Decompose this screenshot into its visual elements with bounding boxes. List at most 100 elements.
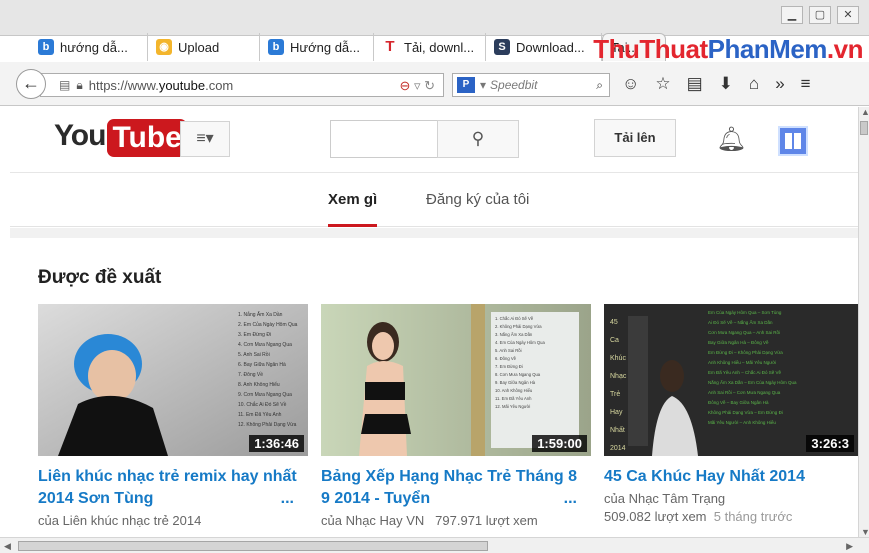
svg-text:8. Anh Không Hiểu: 8. Anh Không Hiểu	[238, 381, 280, 388]
video-thumbnail[interactable]: 45 Ca Khúc Nhạc Trẻ Hay Nhất 2014 Em Của…	[604, 304, 858, 456]
svg-text:7. Em Đừng Đi: 7. Em Đừng Đi	[495, 364, 523, 369]
tab-2[interactable]: ◉ Upload	[148, 33, 260, 61]
svg-text:6. Bay Giữa Ngân Hà: 6. Bay Giữa Ngân Hà	[238, 362, 286, 368]
tab-label: Hướng dẫ...	[290, 39, 360, 55]
video-title[interactable]: Liên khúc nhạc trẻ remix hay nhất 2014 S…	[38, 466, 298, 510]
svg-text:5. Anh Sai Rồi: 5. Anh Sai Rồi	[495, 348, 522, 353]
video-duration: 1:36:46	[249, 435, 304, 452]
url-scheme: https://www.	[88, 77, 159, 93]
address-bar[interactable]: ▤ 🔒︎ https://www. youtube .com ⊖ ▿ ↻	[40, 73, 444, 97]
svg-text:Khúc: Khúc	[610, 355, 626, 362]
video-thumbnail[interactable]: 1. Nắng Ấm Xa Dần 2. Em Của Ngày Hôm Qua…	[38, 304, 308, 456]
notifications-bell-icon[interactable]: 🔔︎	[716, 125, 746, 154]
svg-text:Hay: Hay	[610, 409, 623, 416]
upload-button[interactable]: Tải lên	[594, 119, 676, 157]
video-views: 509.082 lượt xem	[604, 509, 707, 524]
bing-icon: b	[38, 39, 54, 55]
video-channel[interactable]: của Nhạc Tâm Trạng	[604, 491, 858, 506]
url-suffix: .com	[205, 77, 234, 93]
window-titlebar	[0, 0, 869, 36]
section-title: Được đề xuất	[38, 267, 162, 288]
svg-text:Không Phải Dạng Vừa – Em Đừng: Không Phải Dạng Vừa – Em Đừng Đi	[708, 410, 783, 415]
svg-text:45: 45	[610, 319, 618, 326]
tab-label: Download...	[516, 39, 585, 55]
video-thumbnail[interactable]: 1. Chắc Ai Đó Sẽ Về 2. Không Phải Dạng V…	[321, 304, 591, 456]
youtube-search-input[interactable]	[330, 120, 438, 158]
bookmark-star-icon[interactable]: ☆	[655, 74, 670, 94]
scroll-left-arrow[interactable]: ◀	[4, 541, 11, 552]
video-card[interactable]: 1. Nắng Ấm Xa Dần 2. Em Của Ngày Hôm Qua…	[38, 304, 308, 528]
svg-text:10. Chắc Ai Đó Sẽ Về: 10. Chắc Ai Đó Sẽ Về	[238, 401, 287, 408]
svg-text:Mãi Yêu Người – Anh Không Hiểu: Mãi Yêu Người – Anh Không Hiểu	[708, 419, 776, 425]
svg-text:Em Của Ngày Hôm Qua – Sơn Tùng: Em Của Ngày Hôm Qua – Sơn Tùng	[708, 309, 782, 315]
youtube-search-button[interactable]: ⚲	[437, 120, 519, 158]
guide-menu-button[interactable]: ≡▾	[180, 121, 230, 157]
svg-text:Trẻ: Trẻ	[610, 391, 620, 398]
home-icon[interactable]: ⌂	[749, 74, 759, 94]
svg-text:9. Bay Giữa Ngân Hà: 9. Bay Giữa Ngân Hà	[495, 380, 536, 385]
svg-text:Đông Về – Bay Giữa Ngân Hà: Đông Về – Bay Giữa Ngân Hà	[708, 400, 769, 405]
svg-text:11. Em Đã Yêu Anh: 11. Em Đã Yêu Anh	[495, 396, 532, 401]
svg-text:Em Đừng Đi – Không Phải Dạng V: Em Đừng Đi – Không Phải Dạng Vừa	[708, 350, 783, 355]
video-views: 797.971 lượt xem	[435, 513, 538, 528]
scroll-down-arrow[interactable]: ▼	[861, 527, 869, 537]
scroll-right-arrow[interactable]: ▶	[846, 541, 853, 552]
tab-5[interactable]: S Download...	[486, 33, 602, 61]
overflow-icon[interactable]: »	[775, 74, 784, 94]
youtube-page: You Tube VN ≡▾ ⚲ Tải lên 🔔︎ Xem gì Đăng …	[10, 107, 858, 543]
menu-icon[interactable]: ≡	[801, 74, 811, 94]
video-title[interactable]: 45 Ca Khúc Hay Nhất 2014	[604, 466, 858, 488]
search-icon[interactable]: ⌕	[596, 78, 603, 93]
maximize-button[interactable]: ▢	[809, 6, 831, 24]
svg-text:4. Em Của Ngày Hôm Qua: 4. Em Của Ngày Hôm Qua	[495, 340, 545, 345]
more-options[interactable]: ...	[564, 488, 577, 510]
back-button[interactable]: ←	[16, 69, 46, 99]
svg-text:1. Nắng Ấm Xa Dần: 1. Nắng Ấm Xa Dần	[238, 311, 283, 318]
svg-text:3. Em Đừng Đi: 3. Em Đừng Đi	[238, 332, 271, 338]
svg-text:2014: 2014	[610, 445, 626, 452]
download-icon[interactable]: ⬇	[719, 74, 733, 94]
video-title[interactable]: Bảng Xếp Hạng Nhạc Trẻ Tháng 8 9 2014 - …	[321, 466, 581, 510]
horizontal-scroll-thumb[interactable]	[18, 541, 488, 551]
page-icon: ▤	[59, 78, 71, 92]
tab-1[interactable]: b hướng dẫ...	[30, 33, 148, 61]
scroll-up-arrow[interactable]: ▲	[861, 107, 869, 117]
video-card[interactable]: 1. Chắc Ai Đó Sẽ Về 2. Không Phải Dạng V…	[321, 304, 591, 528]
svg-text:11. Em Đã Yêu Anh: 11. Em Đã Yêu Anh	[238, 412, 282, 418]
lightbulb-icon: ◉	[156, 39, 172, 55]
tab-label: Upload	[178, 39, 220, 55]
search-icon: ⚲	[471, 129, 485, 148]
video-meta: của Nhạc Hay VN 797.971 lượt xem	[321, 513, 591, 528]
more-options[interactable]: ...	[281, 488, 294, 510]
video-channel[interactable]: của Liên khúc nhạc trẻ 2014	[38, 513, 308, 528]
avatar[interactable]	[778, 126, 808, 156]
bing-icon: b	[268, 39, 284, 55]
svg-text:1. Chắc Ai Đó Sẽ Về: 1. Chắc Ai Đó Sẽ Về	[495, 316, 534, 321]
svg-text:5. Anh Sai Rồi: 5. Anh Sai Rồi	[238, 352, 270, 358]
vertical-scroll-thumb[interactable]	[860, 121, 868, 135]
toolbar-icons: ☺ ☆ ▤ ⬇ ⌂ » ≡	[622, 74, 811, 94]
svg-text:Bay Giữa Ngân Hà – Đông Về: Bay Giữa Ngân Hà – Đông Về	[708, 340, 769, 345]
tab-my-subscriptions[interactable]: Đăng ký của tôi	[426, 173, 529, 227]
vertical-scrollbar[interactable]: ▲ ▼	[858, 107, 869, 537]
section-divider	[10, 228, 858, 238]
svg-text:Nhất: Nhất	[610, 425, 625, 434]
tab-what-to-watch[interactable]: Xem gì	[328, 173, 378, 227]
watermark-brand: ThuThuatPhanMem.vn	[593, 34, 863, 64]
minimize-button[interactable]: ▁	[781, 6, 803, 24]
svg-text:9. Cơn Mưa Ngang Qua: 9. Cơn Mưa Ngang Qua	[238, 392, 292, 398]
svg-text:Nhạc: Nhạc	[610, 373, 627, 380]
horizontal-scrollbar[interactable]: ◀ ▶	[0, 537, 869, 553]
close-button[interactable]: ✕	[837, 6, 859, 24]
tab-4[interactable]: T Tải, downl...	[374, 33, 486, 61]
search-bar[interactable]: P ▾ Speedbit ⌕	[452, 73, 610, 97]
video-channel[interactable]: của Nhạc Hay VN	[321, 513, 424, 528]
tab-3[interactable]: b Hướng dẫ...	[260, 33, 374, 61]
speedbit-icon: P	[457, 77, 475, 93]
reading-list-icon[interactable]: ▤	[687, 74, 703, 94]
s-icon: S	[494, 39, 510, 55]
video-card[interactable]: 45 Ca Khúc Nhạc Trẻ Hay Nhất 2014 Em Của…	[604, 304, 858, 524]
block-reload-icons[interactable]: ⊖ ▿ ↻	[399, 78, 435, 94]
lock-icon: 🔒︎	[76, 77, 83, 92]
addon-icon[interactable]: ☺	[622, 74, 639, 94]
